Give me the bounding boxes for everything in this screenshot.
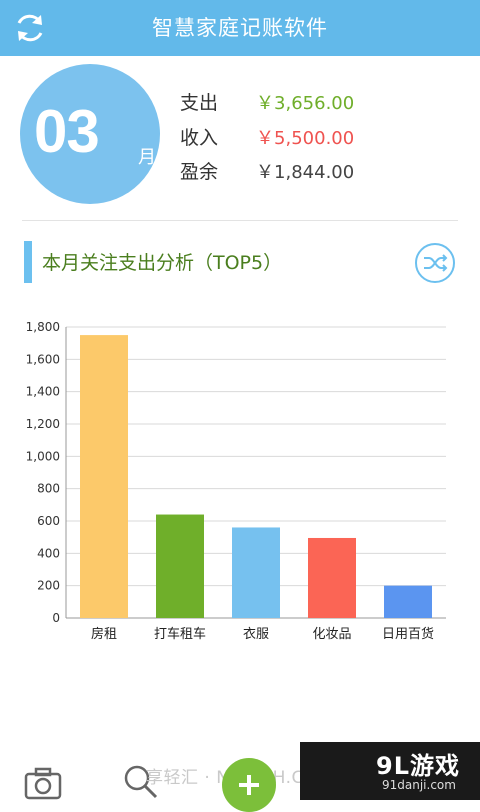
y-tick-label: 400 xyxy=(37,546,60,560)
badge-title: 9L游戏 xyxy=(376,752,460,780)
section-title: 本月关注支出分析（TOP5） xyxy=(42,252,283,274)
y-tick-label: 200 xyxy=(37,579,60,593)
bar-衣服[interactable] xyxy=(232,527,280,618)
camera-icon[interactable] xyxy=(24,766,62,800)
y-tick-label: 1,200 xyxy=(26,417,60,431)
x-tick-label: 化妆品 xyxy=(312,627,351,642)
bar-打车租车[interactable] xyxy=(156,514,204,618)
balance-label: 盈余 xyxy=(180,161,219,183)
income-value: ￥5,500.00 xyxy=(256,128,355,149)
top-bar: 智慧家庭记账软件 xyxy=(0,0,480,56)
month-unit: 月 xyxy=(138,147,156,168)
badge-url: 91danji.com xyxy=(382,778,456,792)
summary-income: 收入 ￥5,500.00 xyxy=(180,121,354,155)
y-tick-label: 1,000 xyxy=(26,449,60,463)
watermark-badge: 9L游戏 91danji.com xyxy=(300,742,480,800)
section-accent xyxy=(24,241,32,283)
month-number: 03 xyxy=(34,98,100,165)
app-title: 智慧家庭记账软件 xyxy=(152,16,328,40)
y-tick-label: 800 xyxy=(37,482,60,496)
bar-房租[interactable] xyxy=(80,335,128,618)
balance-value: ￥1,844.00 xyxy=(256,162,355,183)
x-tick-label: 房租 xyxy=(91,626,117,642)
expense-value: ￥3,656.00 xyxy=(256,93,355,114)
income-label: 收入 xyxy=(180,127,219,149)
summary-balance: 盈余 ￥1,844.00 xyxy=(180,155,354,189)
bar-日用百货[interactable] xyxy=(384,585,432,618)
shuffle-icon[interactable] xyxy=(414,242,456,284)
y-tick-label: 1,400 xyxy=(26,385,60,399)
expense-bar-chart: 0 200 400 600 800 1,000 1,200 1,400 1,600 1,800 房租… xyxy=(26,320,446,642)
y-tick-label: 1,800 xyxy=(26,320,60,334)
summary-expense: 支出 ￥3,656.00 xyxy=(180,86,354,120)
x-tick-label: 衣服 xyxy=(243,626,269,642)
month-badge: 03 月 xyxy=(20,64,160,204)
x-tick-label: 日用百货 xyxy=(382,626,434,642)
y-tick-label: 0 xyxy=(52,611,60,625)
expense-label: 支出 xyxy=(180,92,219,114)
divider xyxy=(22,220,458,221)
add-button[interactable] xyxy=(222,758,276,812)
y-tick-label: 1,600 xyxy=(26,352,60,366)
y-tick-label: 600 xyxy=(37,514,60,528)
x-tick-label: 打车租车 xyxy=(154,626,206,642)
bar-化妆品[interactable] xyxy=(308,537,356,618)
